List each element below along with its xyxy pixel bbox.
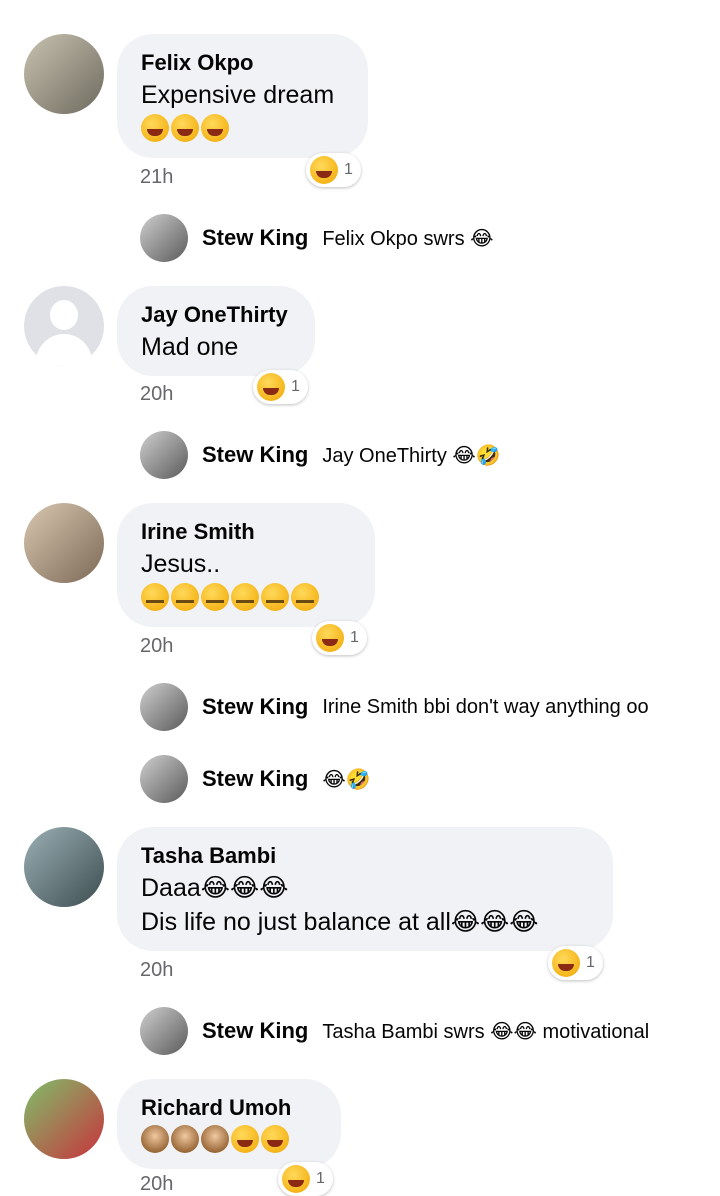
speak-no-evil-monkey-icon bbox=[201, 1125, 229, 1153]
reaction-badge[interactable]: 1 bbox=[253, 370, 308, 404]
laughing-emoji-icon bbox=[257, 373, 285, 401]
reply-author[interactable]: Stew King bbox=[202, 694, 308, 720]
comment-text: Daaa😂😂😂 bbox=[141, 874, 289, 902]
reaction-badge[interactable]: 1 bbox=[312, 621, 367, 655]
comment-time: 20h bbox=[140, 1173, 174, 1195]
avatar[interactable] bbox=[140, 431, 188, 479]
reply-text: Tasha Bambi swrs 😂😂 motivational bbox=[322, 1020, 650, 1043]
comment-bubble[interactable]: Jay OneThirty Mad one bbox=[117, 286, 315, 376]
reaction-count: 1 bbox=[350, 629, 359, 646]
comment-bubble[interactable]: Felix Okpo Expensive dream bbox=[117, 34, 368, 158]
comment-bubble[interactable]: Irine Smith Jesus.. bbox=[117, 503, 375, 627]
zipper-mouth-emoji-icon bbox=[261, 583, 289, 611]
avatar[interactable] bbox=[24, 1079, 104, 1159]
comment-author[interactable]: Irine Smith bbox=[141, 517, 349, 547]
reaction-count: 1 bbox=[291, 378, 300, 395]
avatar[interactable] bbox=[140, 214, 188, 262]
zipper-mouth-emoji-icon bbox=[171, 583, 199, 611]
avatar[interactable] bbox=[140, 755, 188, 803]
zipper-mouth-emoji-icon bbox=[141, 583, 169, 611]
reaction-badge[interactable]: 1 bbox=[306, 153, 361, 187]
avatar[interactable] bbox=[24, 827, 104, 907]
rofl-emoji-icon bbox=[141, 114, 169, 142]
comment-emoji-line bbox=[141, 581, 349, 615]
avatar[interactable] bbox=[140, 1007, 188, 1055]
speak-no-evil-monkey-icon bbox=[171, 1125, 199, 1153]
comment-bubble[interactable]: Richard Umoh bbox=[117, 1079, 341, 1169]
comment-text: Expensive dream bbox=[141, 81, 335, 109]
laughing-emoji-icon bbox=[316, 624, 344, 652]
rofl-emoji-icon bbox=[171, 114, 199, 142]
comment-time: 21h bbox=[140, 166, 174, 188]
reply-author[interactable]: Stew King bbox=[202, 766, 308, 792]
reply-text: Jay OneThirty 😂🤣 bbox=[322, 444, 501, 467]
rofl-emoji-icon bbox=[201, 114, 229, 142]
reply: Stew King Irine Smith bbi don't way anyt… bbox=[140, 683, 649, 731]
rofl-emoji-icon bbox=[231, 1125, 259, 1153]
laughing-emoji-icon bbox=[282, 1165, 310, 1193]
reply-text: 😂🤣 bbox=[322, 768, 371, 791]
reply: Stew King Felix Okpo swrs 😂 bbox=[140, 214, 494, 262]
rofl-emoji-icon bbox=[261, 1125, 289, 1153]
comment-time: 20h bbox=[140, 959, 174, 981]
comment-author[interactable]: Tasha Bambi bbox=[141, 841, 587, 871]
reply: Stew King 😂🤣 bbox=[140, 755, 371, 803]
laughing-emoji-icon bbox=[310, 156, 338, 184]
reply: Stew King Tasha Bambi swrs 😂😂 motivation… bbox=[140, 1007, 649, 1055]
reaction-count: 1 bbox=[316, 1170, 325, 1187]
comment-emoji-line bbox=[141, 112, 342, 146]
reply-text: Irine Smith bbi don't way anything oo bbox=[322, 695, 649, 718]
reaction-count: 1 bbox=[344, 161, 353, 178]
reaction-badge[interactable]: 1 bbox=[548, 946, 603, 980]
laughing-emoji-icon bbox=[552, 949, 580, 977]
reply-author[interactable]: Stew King bbox=[202, 442, 308, 468]
comment-author[interactable]: Felix Okpo bbox=[141, 48, 342, 78]
comment-author[interactable]: Jay OneThirty bbox=[141, 300, 289, 330]
comment-bubble[interactable]: Tasha Bambi Daaa😂😂😂 Dis life no just bal… bbox=[117, 827, 613, 951]
reply-author[interactable]: Stew King bbox=[202, 225, 308, 251]
avatar[interactable] bbox=[24, 34, 104, 114]
comment-time: 20h bbox=[140, 635, 174, 657]
comment-emoji-line bbox=[141, 1123, 315, 1157]
default-avatar-icon bbox=[50, 300, 78, 330]
comment-text: Dis life no just balance at all😂😂😂 bbox=[141, 908, 539, 936]
zipper-mouth-emoji-icon bbox=[231, 583, 259, 611]
reply-author[interactable]: Stew King bbox=[202, 1018, 308, 1044]
avatar[interactable] bbox=[24, 503, 104, 583]
zipper-mouth-emoji-icon bbox=[291, 583, 319, 611]
comment-time: 20h bbox=[140, 383, 174, 405]
reaction-count: 1 bbox=[586, 954, 595, 971]
comment-text: Jesus.. bbox=[141, 550, 221, 578]
reply-text: Felix Okpo swrs 😂 bbox=[322, 227, 494, 250]
zipper-mouth-emoji-icon bbox=[201, 583, 229, 611]
comment-text: Mad one bbox=[141, 333, 239, 361]
reply: Stew King Jay OneThirty 😂🤣 bbox=[140, 431, 501, 479]
comment-author[interactable]: Richard Umoh bbox=[141, 1093, 315, 1123]
avatar[interactable] bbox=[24, 286, 104, 366]
speak-no-evil-monkey-icon bbox=[141, 1125, 169, 1153]
avatar[interactable] bbox=[140, 683, 188, 731]
